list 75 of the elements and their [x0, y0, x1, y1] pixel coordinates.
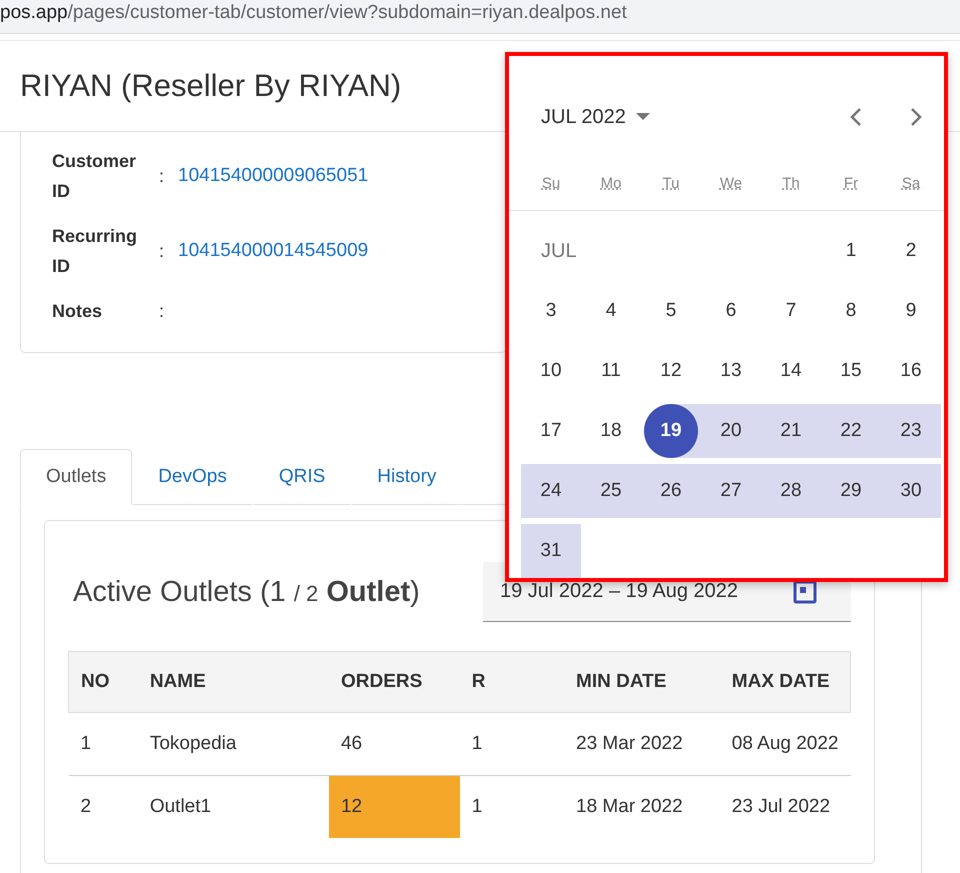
column-header: MAX DATE — [720, 652, 850, 712]
field-label: Notes — [52, 300, 104, 323]
weekday-label: Th — [782, 174, 800, 192]
column-header: NO — [68, 652, 138, 712]
day[interactable]: 22 — [821, 404, 881, 458]
day[interactable]: 3 — [521, 284, 581, 338]
weekday-label: Mo — [600, 174, 622, 192]
table-cell: 2 — [68, 776, 138, 838]
separator: : — [159, 240, 166, 262]
day[interactable]: 4 — [581, 284, 641, 338]
day[interactable]: 27 — [701, 464, 761, 518]
day[interactable]: 14 — [761, 344, 821, 398]
caret-icon[interactable] — [636, 113, 650, 121]
month-year-button[interactable]: JUL 2022 — [541, 106, 626, 128]
tab[interactable]: History — [351, 449, 462, 505]
day[interactable]: 12 — [641, 344, 701, 398]
day[interactable]: 24 — [521, 464, 581, 518]
table-cell: 1 — [68, 712, 138, 776]
section-heading: Active Outlets (1 / 2 Outlet) — [73, 576, 420, 608]
next-month-icon[interactable] — [910, 107, 922, 127]
table-cell: 18 Mar 2022 — [564, 776, 720, 838]
day[interactable]: 16 — [881, 344, 941, 398]
day[interactable]: 23 — [881, 404, 941, 458]
table-cell: 23 Jul 2022 — [720, 776, 850, 838]
day[interactable]: 13 — [701, 344, 761, 398]
previous-month-icon[interactable] — [850, 107, 862, 127]
day[interactable]: 15 — [821, 344, 881, 398]
tab[interactable]: DevOps — [132, 449, 253, 505]
day[interactable]: 9 — [881, 284, 941, 338]
table-cell: 08 Aug 2022 — [720, 712, 850, 776]
weekday-label: We — [720, 174, 742, 192]
day[interactable]: 2 — [881, 224, 941, 278]
month-label: JUL — [540, 238, 578, 264]
day[interactable]: 20 — [701, 404, 761, 458]
day[interactable]: 21 — [761, 404, 821, 458]
weekday-label: Su — [542, 174, 560, 192]
column-header: NAME — [138, 652, 329, 712]
weekday-label: Sa — [902, 174, 920, 192]
field-label: Customer ID — [52, 150, 138, 203]
table-cell: 23 Mar 2022 — [564, 712, 720, 776]
day[interactable]: 25 — [581, 464, 641, 518]
column-header: R — [460, 652, 564, 712]
day[interactable]: 18 — [581, 404, 641, 458]
day[interactable]: 30 — [881, 464, 941, 518]
page-title: RIYAN (Reseller By RIYAN) — [20, 68, 402, 104]
day[interactable]: 29 — [821, 464, 881, 518]
day[interactable]: 6 — [701, 284, 761, 338]
weekday-label: Tu — [662, 174, 680, 192]
day[interactable]: 19 — [641, 404, 701, 458]
day[interactable]: 31 — [521, 524, 581, 578]
column-header: ORDERS — [328, 652, 460, 712]
day[interactable]: 10 — [521, 344, 581, 398]
weekday-label: Fr — [844, 174, 858, 192]
field-label: Recurring ID — [52, 225, 138, 278]
day[interactable]: 7 — [761, 284, 821, 338]
id-link[interactable]: 104154000009065051 — [178, 165, 368, 187]
table-cell: 1 — [460, 776, 564, 838]
separator: : — [159, 166, 166, 186]
day[interactable]: 1 — [821, 224, 881, 278]
column-header: MIN DATE — [564, 652, 720, 712]
day[interactable]: 26 — [641, 464, 701, 518]
separator: : — [159, 300, 166, 322]
day[interactable]: 8 — [821, 284, 881, 338]
day[interactable]: 5 — [641, 284, 701, 338]
calendar-icon[interactable] — [793, 580, 817, 604]
table-cell: Outlet1 — [138, 776, 329, 838]
table-cell: Tokopedia — [138, 712, 329, 776]
day[interactable]: 17 — [521, 404, 581, 458]
day[interactable]: 11 — [581, 344, 641, 398]
table-cell: 1 — [460, 712, 564, 776]
day[interactable]: 28 — [761, 464, 821, 518]
table-cell: 12 — [328, 776, 460, 838]
tab[interactable]: Outlets — [20, 449, 132, 505]
id-link[interactable]: 104154000014545009 — [178, 240, 368, 262]
tab[interactable]: QRIS — [252, 449, 352, 505]
